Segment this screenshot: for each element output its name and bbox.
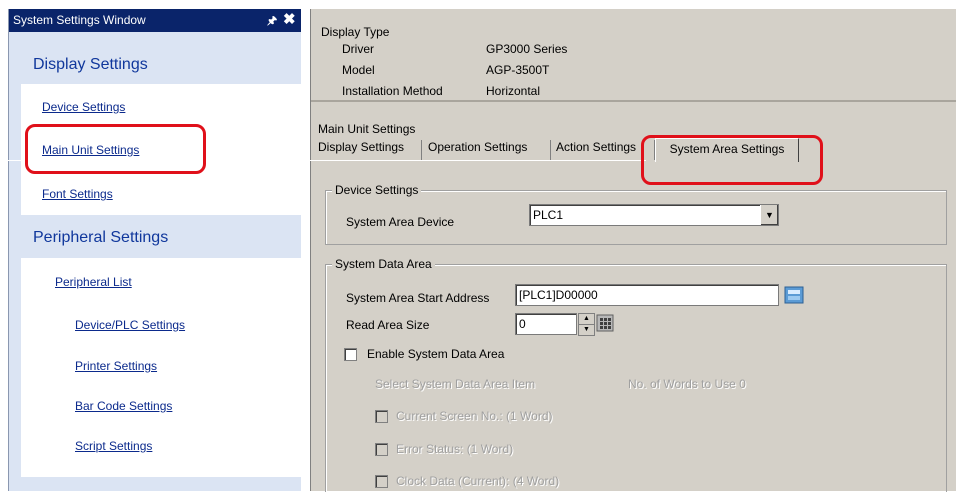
read-area-size-label: Read Area Size [346,318,430,332]
printer-settings-link[interactable]: Printer Settings [75,359,157,373]
device-settings-link[interactable]: Device Settings [42,100,125,114]
enable-system-data-area-checkbox[interactable] [344,348,357,361]
bar-code-settings-link[interactable]: Bar Code Settings [75,399,172,413]
keypad-icon[interactable] [784,286,804,304]
peripheral-settings-list: Peripheral List Device/PLC Settings Prin… [21,258,301,477]
font-settings-link[interactable]: Font Settings [42,187,113,201]
script-settings-link[interactable]: Script Settings [75,439,152,453]
model-value: AGP-3500T [486,63,550,77]
display-settings-header: Display Settings [33,56,148,73]
enable-system-data-area-label: Enable System Data Area [367,347,505,361]
system-settings-window: System Settings Window 🖈 ✖ Display Setti… [8,9,301,491]
display-type-heading: Display Type [321,25,390,39]
peripheral-settings-header: Peripheral Settings [33,229,169,246]
peripheral-list-link[interactable]: Peripheral List [55,275,132,289]
clock-data-label: Clock Data (Current): (4 Word) [396,474,560,488]
installation-label: Installation Method [342,84,443,98]
select-item-label: Select System Data Area Item [375,377,536,391]
spin-stepper[interactable]: ▲ ▼ [578,313,595,336]
panel-divider [311,100,956,102]
error-status-label: Error Status: (1 Word) [396,442,514,456]
current-screen-checkbox[interactable] [375,410,388,423]
system-area-device-select[interactable]: PLC1 ▼ [529,204,779,226]
device-settings-group-title: Device Settings [332,183,422,197]
system-area-device-label: System Area Device [346,215,455,229]
installation-value: Horizontal [486,84,541,98]
driver-value: GP3000 Series [486,42,568,56]
window-title: System Settings Window [13,13,146,27]
model-label: Model [342,63,375,77]
tab-display-settings[interactable]: Display Settings [318,140,422,160]
system-area-device-value: PLC1 [533,208,564,222]
current-screen-label: Current Screen No.: (1 Word) [396,409,553,423]
start-address-input[interactable]: [PLC1]D00000 [515,284,779,306]
read-area-size-value: 0 [519,317,526,331]
device-plc-settings-link[interactable]: Device/PLC Settings [75,318,185,332]
start-address-label: System Area Start Address [346,291,490,305]
calculator-icon[interactable] [596,314,614,332]
spin-up-icon[interactable]: ▲ [579,314,594,325]
driver-label: Driver [342,42,374,56]
window-title-bar: System Settings Window 🖈 ✖ [9,9,301,32]
clock-data-checkbox[interactable] [375,475,388,488]
start-address-value: [PLC1]D00000 [519,288,598,302]
error-status-checkbox[interactable] [375,443,388,456]
words-to-use-label: No. of Words to Use 0 [628,377,746,391]
pin-icon[interactable]: 🖈 [267,12,277,31]
highlight-main-unit-settings [25,124,206,174]
close-icon[interactable]: ✖ [283,10,296,28]
read-area-size-input[interactable]: 0 [515,313,577,335]
tab-operation-settings[interactable]: Operation Settings [428,140,551,160]
main-unit-settings-heading: Main Unit Settings [318,122,416,136]
spin-down-icon[interactable]: ▼ [579,325,594,335]
display-type-block: Display Type Driver GP3000 Series Model … [311,9,956,100]
highlight-system-area-tab [641,135,823,185]
chevron-down-icon[interactable]: ▼ [760,205,778,225]
system-data-area-group-title: System Data Area [332,257,435,271]
